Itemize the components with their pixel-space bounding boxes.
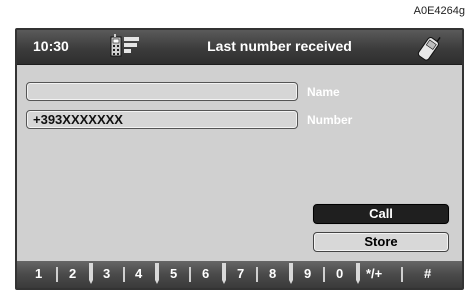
key-6[interactable]: 6 bbox=[202, 266, 209, 281]
key-separator bbox=[401, 267, 403, 282]
screen-title: Last number received bbox=[207, 38, 352, 54]
figure-code: A0E4264g bbox=[413, 5, 465, 17]
key-separator-tall bbox=[355, 263, 361, 284]
name-field[interactable] bbox=[26, 82, 298, 101]
phone-screen: 10:30 Last number received Name +393XXXX… bbox=[15, 28, 464, 290]
keypad-bar: 1 2 3 4 5 6 7 8 9 0 */+ # bbox=[17, 261, 462, 288]
header-bar: 10:30 Last number received bbox=[17, 30, 462, 65]
key-2[interactable]: 2 bbox=[69, 266, 76, 281]
key-separator-tall bbox=[221, 263, 227, 284]
key-7[interactable]: 7 bbox=[237, 266, 244, 281]
mobile-phone-icon bbox=[417, 37, 441, 61]
key-separator bbox=[256, 267, 258, 282]
number-label: Number bbox=[307, 113, 353, 127]
key-1[interactable]: 1 bbox=[35, 266, 42, 281]
key-separator bbox=[189, 267, 191, 282]
key-separator bbox=[323, 267, 325, 282]
key-separator-tall bbox=[288, 263, 294, 284]
key-separator bbox=[123, 267, 125, 282]
key-separator-tall bbox=[154, 263, 160, 284]
key-separator-tall bbox=[88, 263, 94, 284]
key-3[interactable]: 3 bbox=[103, 266, 110, 281]
name-label: Name bbox=[307, 85, 340, 99]
clock-time: 10:30 bbox=[33, 38, 69, 54]
key-8[interactable]: 8 bbox=[269, 266, 276, 281]
number-field-value: +393XXXXXXX bbox=[33, 112, 123, 127]
key-5[interactable]: 5 bbox=[170, 266, 177, 281]
key-0[interactable]: 0 bbox=[336, 266, 343, 281]
number-field[interactable]: +393XXXXXXX bbox=[26, 110, 298, 129]
key-separator bbox=[56, 267, 58, 282]
store-button[interactable]: Store bbox=[313, 232, 449, 252]
key-9[interactable]: 9 bbox=[304, 266, 311, 281]
key-4[interactable]: 4 bbox=[135, 266, 142, 281]
key-hash[interactable]: # bbox=[424, 266, 431, 281]
call-button[interactable]: Call bbox=[313, 204, 449, 224]
phonebook-icon bbox=[110, 34, 139, 57]
key-star-plus[interactable]: */+ bbox=[366, 266, 382, 281]
